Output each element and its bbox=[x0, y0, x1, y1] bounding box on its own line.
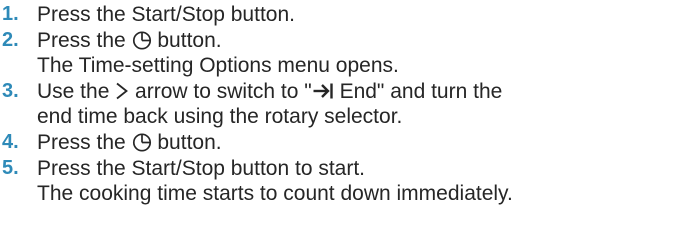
step-5: 5. Press the Start/Stop button to start. bbox=[2, 156, 675, 182]
step-3: 3. Use the arrow to switch to " End" and… bbox=[2, 79, 675, 105]
step-text: button. bbox=[151, 28, 222, 52]
chevron-right-icon bbox=[115, 81, 129, 101]
step-number: 4. bbox=[2, 130, 19, 153]
step-text: Press the bbox=[37, 130, 132, 154]
step-text: End" and turn the bbox=[333, 79, 503, 103]
step-result-text: The Time-setting Options menu opens. bbox=[37, 54, 399, 78]
step-text: Press the Start/Stop button to start. bbox=[37, 156, 366, 180]
step-text: end time back using the rotary selector. bbox=[37, 105, 403, 129]
step-2: 2. Press the button. bbox=[2, 28, 675, 54]
step-text: Press the Start/Stop button. bbox=[37, 3, 295, 26]
step-text: Press the bbox=[37, 28, 132, 52]
arrow-to-end-icon bbox=[312, 81, 334, 101]
step-number: 3. bbox=[2, 79, 19, 102]
timer-icon bbox=[132, 132, 152, 152]
step-2-result: The Time-setting Options menu opens. bbox=[2, 53, 675, 79]
instruction-list: 1. Press the Start/Stop button. 2. Press… bbox=[2, 2, 675, 207]
step-result-text: The cooking time starts to count down im… bbox=[37, 182, 513, 206]
step-number: 5. bbox=[2, 156, 19, 179]
step-4: 4. Press the button. bbox=[2, 130, 675, 156]
step-number: 1. bbox=[2, 3, 19, 25]
step-text: arrow to switch to " bbox=[129, 79, 312, 103]
step-text: button. bbox=[151, 130, 222, 154]
step-1: 1. Press the Start/Stop button. bbox=[2, 2, 675, 28]
step-3-continuation: end time back using the rotary selector. bbox=[2, 104, 675, 130]
step-number: 2. bbox=[2, 28, 19, 51]
step-5-result: The cooking time starts to count down im… bbox=[2, 181, 675, 207]
timer-icon bbox=[132, 30, 152, 50]
step-text: Use the bbox=[37, 79, 116, 103]
